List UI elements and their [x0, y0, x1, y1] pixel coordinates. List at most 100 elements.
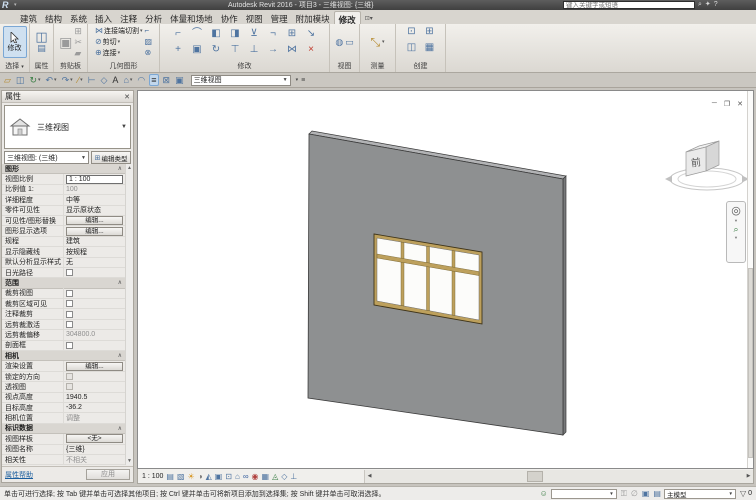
pin-icon[interactable]: ∧ [118, 165, 122, 172]
type-properties-icon[interactable]: ▤ [37, 43, 46, 53]
show-constraints-icon[interactable]: ⊥ [290, 470, 297, 483]
text-icon[interactable]: A [111, 74, 119, 86]
ribbon-tab[interactable]: 视图 [242, 11, 267, 24]
chevron-down-icon[interactable]: ▼ [734, 218, 738, 223]
crop-view-icon[interactable]: ▣ [215, 470, 223, 483]
wall-side-face[interactable] [563, 176, 566, 435]
sun-path-icon[interactable]: ☀ [188, 470, 195, 483]
reveal-hidden-elements-icon[interactable]: ◉ [252, 470, 259, 483]
type-selector[interactable]: 三维视图 ▼ [4, 105, 131, 149]
highlight-displacement-sets-icon[interactable]: ◇ [281, 470, 287, 483]
create-group-icon[interactable]: ⊡ [403, 24, 421, 40]
selection-filter-icon[interactable]: ▽ [740, 489, 746, 498]
split-element-icon[interactable]: ⊻ [245, 26, 264, 42]
property-section-header[interactable]: 相机∧ [2, 351, 125, 361]
panel-label-select[interactable]: 选择 ▾ [0, 61, 29, 71]
ribbon-tab[interactable]: 结构 [41, 11, 66, 24]
show-crop-region-icon[interactable]: ⊡ [225, 470, 232, 483]
aligned-dimension-icon[interactable]: ⊢ [87, 74, 97, 86]
shadows-icon[interactable]: ◑ [198, 470, 203, 483]
ribbon-tab[interactable]: 系统 [66, 11, 91, 24]
property-value[interactable]: {三维} [66, 444, 85, 454]
search-icon[interactable]: ⌕ [698, 1, 702, 9]
view-restore-icon[interactable]: ❐ [724, 100, 730, 108]
property-edit-button[interactable]: 编辑... [66, 227, 123, 236]
delete-icon[interactable]: × [302, 42, 321, 58]
scroll-down-icon[interactable]: ▼ [127, 458, 132, 464]
scale-icon[interactable]: ↘ [302, 26, 321, 42]
create-similar-icon[interactable]: ⊞ [421, 24, 439, 40]
show-analytical-model-icon[interactable]: ◬ [272, 470, 278, 483]
property-section-header[interactable]: 图形∧ [2, 164, 125, 174]
property-value[interactable]: 建筑 [66, 236, 80, 246]
help-icon[interactable]: ? [714, 1, 718, 9]
section-icon[interactable]: ◠ [136, 74, 146, 86]
visual-style-icon[interactable]: ▧ [177, 470, 185, 483]
chevron-down-icon[interactable]: ▼ [734, 235, 738, 240]
exchange-apps-icon[interactable]: ✦ [705, 1, 711, 9]
paste-icon[interactable]: ▣ [59, 37, 72, 47]
measure-icon[interactable]: ∕▾ [77, 74, 84, 86]
property-checkbox[interactable] [66, 269, 73, 276]
active-view-combo[interactable]: 三维视图 ▼ [191, 75, 291, 86]
revit-logo-icon[interactable]: R [0, 0, 14, 10]
property-edit-button[interactable]: 编辑... [66, 216, 123, 225]
ribbon-tab[interactable]: 修改 [334, 11, 361, 24]
property-checkbox[interactable] [66, 311, 73, 318]
sync-icon[interactable]: ↻▾ [28, 74, 41, 86]
ribbon-tab[interactable]: 附加模块 [292, 11, 334, 24]
active-only-icon[interactable]: ▤ [653, 489, 661, 498]
edit-type-button[interactable]: ⊞ 编辑类型 [91, 151, 131, 164]
copy-icon[interactable]: ▣ [188, 42, 207, 58]
mirror-pick-axis-icon[interactable]: ◧ [207, 26, 226, 42]
property-value[interactable]: 显示原状态 [66, 205, 101, 215]
undo-icon[interactable]: ↶▾ [45, 74, 58, 86]
zoom-icon[interactable]: ⌕ [733, 224, 738, 234]
match-type-icon[interactable]: → [264, 42, 283, 58]
apply-button[interactable]: 应用 [86, 469, 130, 480]
property-value[interactable]: 1940.5 [66, 394, 87, 401]
ribbon-tab[interactable]: 注释 [116, 11, 141, 24]
instance-filter-combo[interactable]: 三维视图: (三维) ▼ [4, 151, 89, 164]
measure-tool-icon[interactable]: ⤡ [370, 37, 380, 47]
scroll-left-icon[interactable]: ◀ [365, 473, 374, 479]
property-value-input[interactable]: 1 : 100 [66, 175, 123, 184]
thin-lines-icon[interactable]: ≡ [149, 74, 158, 86]
vertical-scrollbar-thumb[interactable] [748, 268, 753, 458]
close-hidden-windows-icon[interactable]: ⊠ [162, 74, 172, 86]
gray-inactive-worksets-icon[interactable]: ∅ [631, 489, 638, 498]
property-value[interactable]: 中等 [66, 195, 80, 205]
properties-palette-icon[interactable]: ◫ [35, 32, 47, 42]
pin-icon[interactable]: ∧ [118, 425, 122, 432]
horizontal-scrollbar[interactable]: ◀ ▶ [364, 470, 753, 483]
unpin-icon[interactable]: ⊥ [245, 42, 264, 58]
save-icon[interactable]: ◫ [15, 74, 26, 86]
match-properties-icon[interactable]: ▰ [74, 48, 82, 58]
property-grid-scrollbar[interactable]: ▲ ▼ [125, 164, 133, 465]
properties-help-link[interactable]: 属性帮助 [5, 470, 33, 480]
switch-windows-icon[interactable]: ▣ [174, 74, 185, 86]
move-icon[interactable]: + [169, 42, 188, 58]
show-rendering-dialog-icon[interactable]: ◭ [206, 470, 212, 483]
create-parts-icon[interactable]: ◫ [403, 40, 421, 56]
viewcube[interactable]: 前 [665, 141, 749, 190]
align-icon[interactable]: ⌐ [169, 26, 188, 42]
default-3d-view-icon[interactable]: ⌂▾ [122, 74, 133, 86]
qat-customize-icon[interactable]: ▾ [296, 77, 299, 84]
ribbon-tab[interactable]: 体量和场地 [166, 11, 217, 24]
ribbon-tab[interactable]: 管理 [267, 11, 292, 24]
horizontal-scrollbar-thumb[interactable] [527, 471, 543, 482]
geometry-tool[interactable]: ⋈连接端切割▾ [95, 26, 143, 37]
property-edit-button[interactable]: <无> [66, 434, 123, 443]
properties-palette-header[interactable]: 属性 ✕ [2, 91, 133, 103]
property-edit-button[interactable]: 编辑... [66, 362, 123, 371]
copy-to-clipboard-icon[interactable]: ⊞ [74, 26, 82, 36]
close-icon[interactable]: ✕ [124, 93, 130, 101]
array-icon[interactable]: ⊞ [283, 26, 302, 42]
paint-icon[interactable]: ▨ [144, 37, 152, 47]
design-options-icon[interactable]: ▣ [642, 489, 650, 498]
property-checkbox[interactable] [66, 290, 73, 297]
pin-icon[interactable]: ∧ [118, 352, 122, 359]
vertical-scrollbar[interactable] [747, 91, 753, 468]
geometry-tool[interactable]: ⊘剪切▾ [95, 37, 143, 48]
